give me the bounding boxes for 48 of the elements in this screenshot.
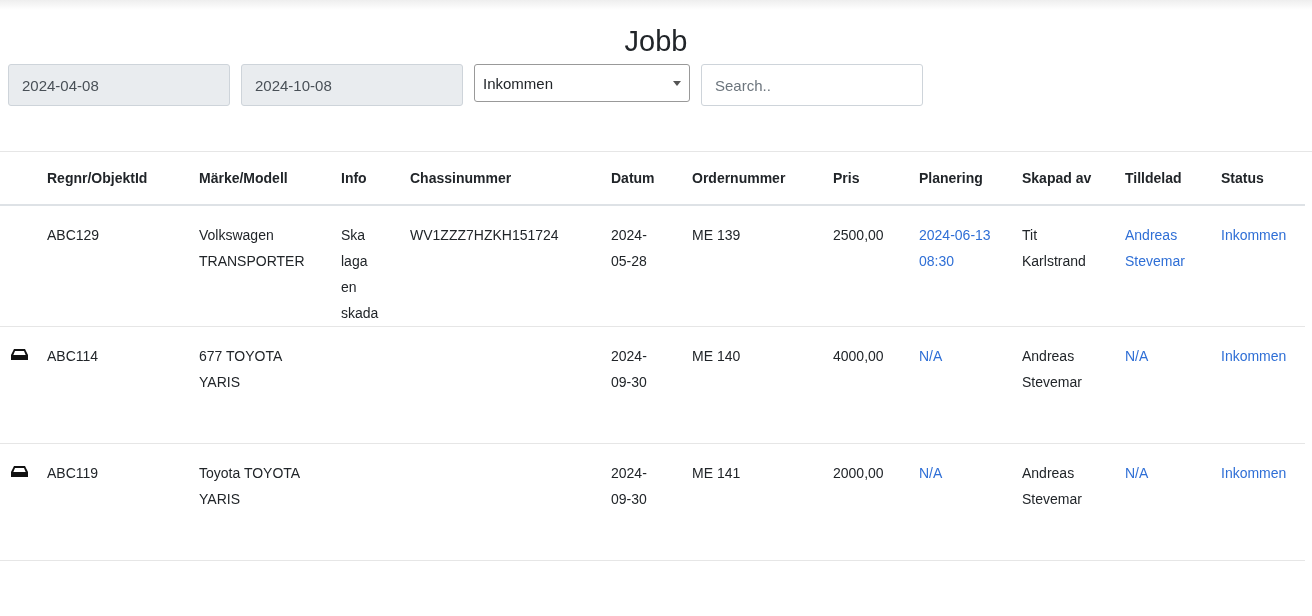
table-cell-text: Ska laga en skada	[341, 226, 380, 323]
column-header: Info	[341, 169, 367, 188]
column-header: Datum	[611, 169, 655, 188]
column-header: Skapad av	[1022, 169, 1092, 188]
column-header: Status	[1221, 169, 1264, 188]
table-cell-text: Andreas Stevemar	[1022, 347, 1083, 392]
end-date-field[interactable]: 2024-10-08	[241, 64, 463, 106]
table-cell-text: 2024-05-28	[611, 226, 648, 271]
column-header: Ordernummer	[692, 169, 786, 188]
table-link[interactable]: Inkommen	[1221, 343, 1287, 369]
table-cell-text: Toyota TOYOTA YARIS	[199, 464, 301, 509]
table-cell-text: 677 TOYOTA YARIS	[199, 347, 283, 392]
column-header: Märke/Modell	[199, 169, 288, 188]
table-cell-text: 2500,00	[833, 226, 884, 245]
table-link[interactable]: N/A	[919, 343, 943, 369]
table-link[interactable]: Inkommen	[1221, 460, 1287, 486]
table-link[interactable]: Inkommen	[1221, 222, 1287, 248]
column-header: Pris	[833, 169, 860, 188]
table-cell-text: 2000,00	[833, 464, 884, 483]
car-icon[interactable]	[10, 348, 29, 361]
table-cell-text: 2024-09-30	[611, 347, 648, 392]
table-cell-text: ABC114	[47, 347, 99, 366]
table-link[interactable]: 2024-06-13 08:30	[919, 222, 995, 274]
car-icon[interactable]	[10, 465, 29, 478]
table-cell-text: ABC119	[47, 464, 99, 483]
table-link[interactable]: N/A	[1125, 343, 1149, 369]
table-link[interactable]: N/A	[919, 460, 943, 486]
table-cell-text: 2024-09-30	[611, 464, 648, 509]
status-select[interactable]: Inkommen	[474, 64, 690, 102]
table-cell-text: WV1ZZZ7HZKH151724	[410, 226, 559, 245]
table-cell-text: Andreas Stevemar	[1022, 464, 1083, 509]
table-cell-text: ME 140	[692, 347, 741, 366]
column-header: Regnr/ObjektId	[47, 169, 148, 188]
start-date-field[interactable]: 2024-04-08	[8, 64, 230, 106]
caret-icon	[673, 80, 681, 86]
table-cell-text: ABC129	[47, 226, 100, 245]
column-header: Planering	[919, 169, 983, 188]
table-cell-text: ME 139	[692, 226, 741, 245]
column-header: Chassinummer	[410, 169, 512, 188]
search-field[interactable]: Search..	[701, 64, 923, 106]
table-link[interactable]: N/A	[1125, 460, 1149, 486]
page-title: Jobb	[623, 24, 689, 58]
table-cell-text: ME 141	[692, 464, 741, 483]
table-cell-text: Tit Karlstrand	[1022, 226, 1087, 271]
table-cell-text: Volkswagen TRANSPORTER	[199, 226, 306, 271]
table-cell-text: 4000,00	[833, 347, 884, 366]
column-header: Tilldelad	[1125, 169, 1182, 188]
table-link[interactable]: Andreas Stevemar	[1125, 222, 1212, 274]
